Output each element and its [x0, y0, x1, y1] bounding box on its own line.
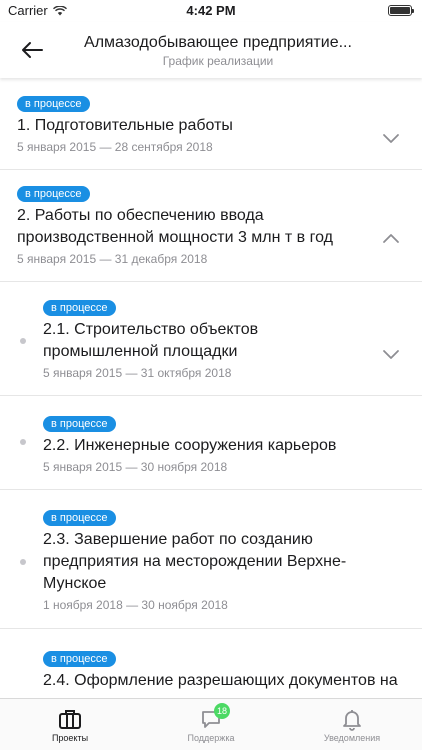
- item-dates: 5 января 2015 — 31 октября 2018: [43, 366, 232, 380]
- item-title: 2.3. Завершение работ по созданию предпр…: [43, 531, 347, 592]
- item-dates: 5 января 2015 — 30 ноября 2018: [43, 460, 228, 474]
- status-badge: в процессе: [43, 300, 116, 316]
- tab-support[interactable]: 18 Поддержка: [141, 699, 281, 750]
- status-badge: в процессе: [43, 510, 116, 526]
- tab-label: Проекты: [51, 733, 89, 743]
- item-title: 2. Работы по обеспечению ввода производс…: [17, 207, 333, 246]
- chevron-down-icon[interactable]: [382, 348, 400, 360]
- status-badge: в процессе: [43, 416, 116, 432]
- schedule-list[interactable]: в процессе 1. Подготовительные работы 5 …: [0, 78, 422, 698]
- bullet-dot: [20, 439, 26, 445]
- tab-notifications[interactable]: Уведомления: [282, 699, 422, 750]
- list-item[interactable]: в процессе 2.4. Оформление разрешающих д…: [0, 629, 422, 698]
- battery-icon: [388, 5, 414, 16]
- list-item[interactable]: в процессе 2.2. Инженерные сооружения ка…: [0, 396, 422, 490]
- chevron-up-icon[interactable]: [382, 233, 400, 245]
- item-dates: 5 января 2015 — 31 декабря 2018: [17, 252, 208, 266]
- tab-label: Поддержка: [187, 733, 235, 743]
- item-title: 2.4. Оформление разрешающих документов н…: [43, 672, 398, 689]
- back-button[interactable]: [16, 36, 48, 64]
- bell-icon: [343, 710, 361, 731]
- page-title: Алмазодобывающее предприятие...: [84, 34, 352, 51]
- item-dates: 1 ноября 2018 — 30 ноября 2018: [43, 598, 228, 612]
- briefcase-icon: [59, 710, 81, 729]
- item-title: 2.2. Инженерные сооружения карьеров: [43, 437, 337, 454]
- notification-count-badge: 18: [214, 703, 231, 719]
- page-subtitle: График реализации: [162, 54, 274, 68]
- list-item[interactable]: в процессе 2.1. Строительство объектов п…: [0, 282, 422, 396]
- tab-label: Уведомления: [323, 733, 381, 743]
- status-badge: в процессе: [17, 186, 90, 202]
- item-dates: 5 января 2015 — 28 сентября 2018: [17, 140, 213, 154]
- status-badge: в процессе: [43, 651, 116, 667]
- bullet-dot: [20, 559, 26, 565]
- navigation-bar: Алмазодобывающее предприятие... График р…: [0, 22, 422, 78]
- list-item[interactable]: в процессе 1. Подготовительные работы 5 …: [0, 78, 422, 170]
- bullet-dot: [20, 338, 26, 344]
- item-title: 1. Подготовительные работы: [17, 117, 233, 134]
- status-bar: Carrier 4:42 PM: [0, 0, 422, 22]
- list-item[interactable]: в процессе 2.3. Завершение работ по созд…: [0, 490, 422, 629]
- tab-projects[interactable]: Проекты: [0, 699, 140, 750]
- status-badge: в процессе: [17, 96, 90, 112]
- chevron-down-icon[interactable]: [382, 132, 400, 144]
- tab-bar: Проекты 18 Поддержка Уведомления: [0, 698, 422, 750]
- arrow-left-icon: [22, 42, 43, 58]
- item-title: 2.1. Строительство объектов промышленной…: [43, 321, 259, 360]
- list-item[interactable]: в процессе 2. Работы по обеспечению ввод…: [0, 170, 422, 282]
- clock: 4:42 PM: [186, 3, 236, 18]
